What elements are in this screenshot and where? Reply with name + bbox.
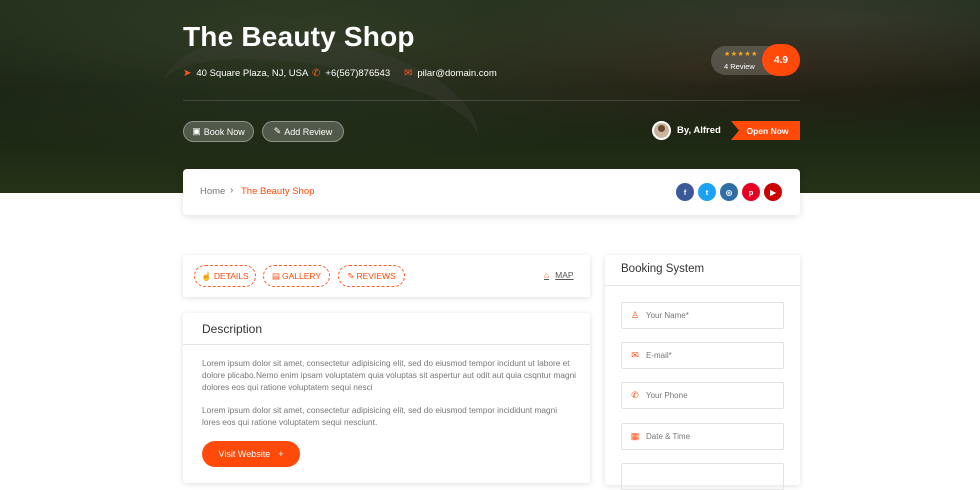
description-title: Description [202, 322, 263, 336]
tab-details[interactable]: ☝ DETAILS [194, 265, 256, 287]
author-name[interactable]: By, Alfred [677, 125, 721, 136]
book-now-label: Book Now [203, 126, 245, 137]
youtube-icon[interactable]: ▶ [764, 183, 782, 201]
pinterest-icon[interactable]: p [742, 183, 760, 201]
rating-stars: ★★★★★ [724, 51, 758, 58]
booking-card [605, 255, 800, 485]
extra-field[interactable] [621, 463, 784, 490]
rating-score: 4.9 [762, 44, 800, 76]
breadcrumb-separator: › [230, 185, 234, 196]
name-placeholder: Your Name* [646, 311, 689, 320]
facebook-icon[interactable]: f [676, 183, 694, 201]
map-label: MAP [555, 270, 574, 280]
book-now-button[interactable]: ▣ Book Now [183, 121, 254, 142]
edit-icon: ✎ [273, 126, 282, 136]
hero-banner [0, 0, 980, 193]
phone-icon: ✆ [631, 390, 639, 400]
description-paragraph-1: Lorem ipsum dolor sit amet, consectetur … [202, 358, 577, 392]
email-placeholder: E-mail* [646, 351, 672, 360]
name-field[interactable]: ♙ Your Name* [621, 302, 784, 329]
twitter-icon[interactable]: t [698, 183, 716, 201]
calendar-icon: ▦ [630, 431, 640, 441]
datetime-placeholder: Date & Time [646, 432, 691, 441]
tab-gallery-label: GALLERY [281, 271, 322, 281]
description-divider [183, 344, 590, 345]
instagram-icon[interactable]: ◎ [720, 183, 738, 201]
plus-icon: + [278, 449, 284, 459]
edit-icon: ✎ [347, 270, 355, 281]
breadcrumb-current: The Beauty Shop [241, 186, 315, 197]
map-link[interactable]: ⌂ MAP [544, 270, 574, 280]
breadcrumb: Home › The Beauty Shop f t ◎ p ▶ [183, 169, 800, 215]
description-paragraph-2: Lorem ipsum dolor sit amet, consectetur … [202, 405, 558, 427]
tab-reviews[interactable]: ✎ REVIEWS [338, 265, 405, 287]
phone-info[interactable]: ✆ +6(567)876543 [312, 68, 390, 79]
author-avatar[interactable] [652, 121, 671, 140]
status-badge: Open Now [731, 121, 800, 140]
tab-reviews-label: REVIEWS [356, 271, 396, 281]
email-field[interactable]: ✉ E-mail* [621, 342, 784, 369]
datetime-field[interactable]: ▦ Date & Time [621, 423, 784, 450]
review-count[interactable]: 4 Review [724, 62, 755, 71]
user-icon: ♙ [630, 310, 640, 320]
phone-icon: ✆ [312, 68, 321, 79]
location-arrow-icon: ➤ [183, 68, 192, 79]
booking-title: Booking System [621, 263, 705, 275]
hand-icon: ☝ [201, 270, 212, 281]
hero-divider [183, 100, 800, 101]
address-info: ➤ 40 Square Plaza, NJ, USA [183, 68, 308, 79]
address-text: 40 Square Plaza, NJ, USA [196, 68, 309, 79]
visit-website-label: Visit Website [218, 449, 271, 459]
add-review-button[interactable]: ✎ Add Review [262, 121, 344, 142]
phone-text[interactable]: +6(567)876543 [325, 68, 390, 79]
phone-placeholder: Your Phone [646, 391, 688, 400]
email-text[interactable]: pilar@domain.com [417, 68, 496, 79]
phone-field[interactable]: ✆ Your Phone [621, 382, 784, 409]
map-icon: ⌂ [544, 270, 550, 280]
envelope-icon: ✉ [631, 350, 639, 360]
gallery-icon: ▤ [271, 270, 280, 281]
breadcrumb-home[interactable]: Home [200, 186, 225, 197]
email-info[interactable]: ✉ pilar@domain.com [404, 68, 497, 79]
add-review-label: Add Review [284, 126, 333, 137]
envelope-icon: ✉ [404, 68, 413, 79]
calendar-icon: ▣ [192, 126, 201, 136]
page-title: The Beauty Shop [183, 21, 415, 52]
hero-overlay [0, 0, 980, 193]
tab-details-label: DETAILS [213, 271, 249, 281]
booking-divider [605, 285, 800, 286]
visit-website-button[interactable]: Visit Website + [202, 441, 300, 467]
tab-gallery[interactable]: ▤ GALLERY [263, 265, 330, 287]
